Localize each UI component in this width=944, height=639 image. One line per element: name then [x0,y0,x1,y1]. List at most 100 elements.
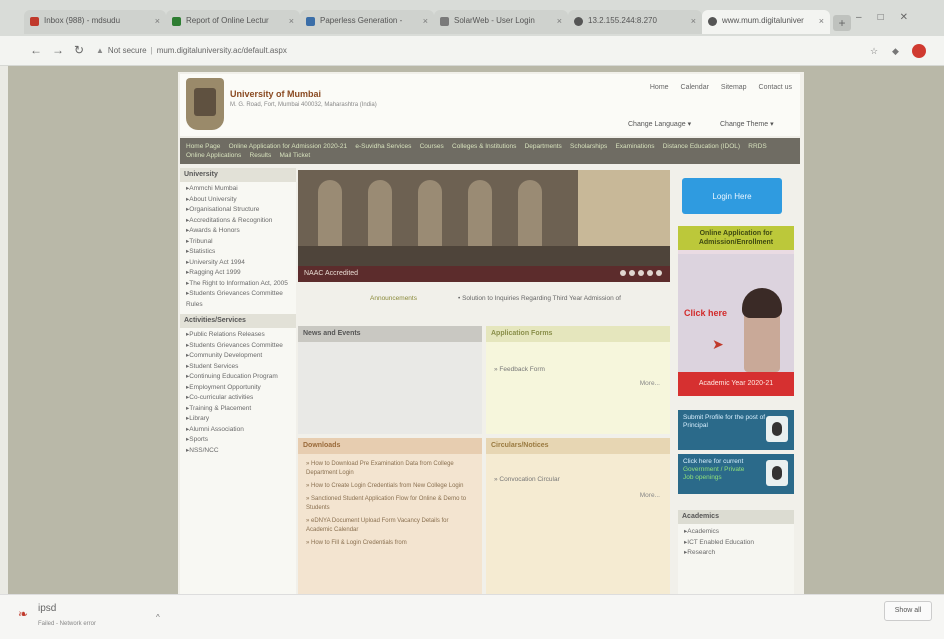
sidebar-item[interactable]: ▸Ragging Act 1999 [186,268,292,279]
menu-item[interactable]: Mail Ticket [279,152,310,159]
menu-item[interactable]: Home Page [186,143,220,150]
sitemap-link[interactable]: Sitemap [721,84,747,91]
sidebar-item[interactable]: ▸Library [186,414,292,425]
sidebar-item[interactable]: ▸Co-curricular activities [186,393,292,404]
window-controls[interactable]: –□✕ [856,12,924,23]
browser-tab-bar: Inbox (988) - mdsudu × Report of Online … [0,0,944,36]
more-link[interactable]: More... [640,492,660,499]
download-link[interactable]: » How to Download Pre Examination Data f… [306,460,474,478]
menu-item[interactable]: Scholarships [570,143,607,150]
forward-icon[interactable]: → [52,43,64,57]
site-header: University of Mumbai M. G. Road, Fort, M… [180,74,800,136]
menu-item[interactable]: e-Suvidha Services [355,143,411,150]
sidebar-item[interactable]: ▸Accreditations & Recognition [186,216,292,227]
profile-avatar[interactable] [912,44,926,58]
sidebar-item[interactable]: ▸The Right to Information Act, 2005 [186,279,292,290]
menu-item[interactable]: Online Applications [186,152,241,159]
sidebar-item[interactable]: ▸Awards & Honors [186,226,292,237]
academics-panel: Academics ▸Academics ▸ICT Enabled Educat… [678,510,794,594]
sidebar-item[interactable]: ▸Students Grievances Committee [186,341,292,352]
download-filename[interactable]: ipsd [38,603,56,614]
application-forms-header: Application Forms [486,326,670,342]
close-icon[interactable]: × [423,16,428,26]
sidebar-item[interactable]: ▸About University [186,195,292,206]
menu-item[interactable]: Colleges & Institutions [452,143,516,150]
admission-promo[interactable]: Online Application for Admission/Enrollm… [678,226,794,396]
menu-item[interactable]: Departments [525,143,562,150]
tab-solarweb[interactable]: SolarWeb - User Login × [434,10,568,34]
sidebar-item[interactable]: ▸Sports [186,435,292,446]
admission-image: Click here ➤ [678,254,794,372]
announcement-link[interactable]: • Solution to Inquiries Regarding Third … [458,295,621,302]
tab-paperless[interactable]: Paperless Generation - × [300,10,434,34]
home-link[interactable]: Home [650,84,669,91]
download-link[interactable]: » How to Fill & Login Credentials from [306,539,474,548]
calendar-link[interactable]: Calendar [681,84,709,91]
url-input[interactable]: ▲ Not secure | mum.digitaluniversity.ac/def… [96,42,856,60]
convocation-circular-link[interactable]: » Convocation Circular [486,454,670,483]
chevron-up-icon[interactable]: ^ [156,613,160,622]
security-label: Not secure [107,46,147,55]
change-language-select[interactable]: Change Language ▾ [628,120,691,128]
contact-link[interactable]: Contact us [759,84,792,91]
download-link[interactable]: » Sanctioned Student Application Flow fo… [306,495,474,513]
academics-link[interactable]: ▸Academics [678,527,794,538]
close-icon[interactable]: × [155,16,160,26]
close-icon[interactable]: × [819,16,824,26]
site-subtitle: M. G. Road, Fort, Mumbai 400032, Maharas… [230,102,377,108]
star-icon[interactable]: ☆ [870,46,878,57]
menu-item[interactable]: Online Application for Admission 2020-21 [229,143,348,150]
sidebar-item[interactable]: ▸Public Relations Releases [186,330,292,341]
news-events-body [298,342,482,434]
new-tab-button[interactable]: + [833,15,851,31]
close-icon[interactable]: × [289,16,294,26]
tab-report[interactable]: Report of Online Lectur × [166,10,300,34]
carousel-caption: NAAC Accredited [298,266,670,282]
close-icon[interactable]: × [691,16,696,26]
download-link[interactable]: » How to Create Login Credentials from N… [306,482,474,491]
sidebar-item[interactable]: ▸Alumni Association [186,425,292,436]
sidebar-item[interactable]: ▸Organisational Structure [186,205,292,216]
menu-item[interactable]: Distance Education (IDOL) [663,143,740,150]
image-carousel[interactable]: NAAC Accredited [298,170,670,282]
carousel-dots[interactable] [617,270,662,278]
sidebar-item[interactable]: ▸Community Development [186,351,292,362]
university-logo[interactable] [186,78,224,130]
news-events-panel: News and Events [298,326,482,434]
jobs-link[interactable]: Click here for current Government / Priv… [678,454,794,494]
sidebar-item[interactable]: ▸University Act 1994 [186,258,292,269]
back-icon[interactable]: ← [30,43,42,57]
tab-gmail[interactable]: Inbox (988) - mdsudu × [24,10,166,34]
download-status: Failed - Network error [38,621,97,627]
tab-ip[interactable]: 13.2.155.244:8.270 × [568,10,702,34]
menu-item[interactable]: Results [250,152,272,159]
change-theme-select[interactable]: Change Theme ▾ [720,120,774,128]
banner-photo-detail [368,180,392,250]
academics-link[interactable]: ▸ICT Enabled Education [678,538,794,549]
sidebar-item[interactable]: ▸Ammchi Mumbai [186,184,292,195]
sidebar-item[interactable]: ▸Student Services [186,362,292,373]
close-icon[interactable]: × [557,16,562,26]
top-links: Home Calendar Sitemap Contact us [640,84,792,91]
university-nav: ▸Ammchi Mumbai ▸About University ▸Organi… [180,182,296,314]
feedback-form-link[interactable]: » Feedback Form [486,342,670,373]
sidebar-item[interactable]: ▸Tribunal [186,237,292,248]
sidebar-item[interactable]: ▸Employment Opportunity [186,383,292,394]
tab-mum-digital[interactable]: www.mum.digitaluniver × [702,10,830,34]
extension-icon[interactable]: ◆ [892,46,899,57]
sidebar-item[interactable]: ▸Statistics [186,247,292,258]
sidebar-item[interactable]: ▸Training & Placement [186,404,292,415]
show-all-button[interactable]: Show all [884,601,932,621]
sidebar-item[interactable]: ▸Continuing Education Program [186,372,292,383]
principal-profile-link[interactable]: Submit Profile for the post of Principal [678,410,794,450]
more-link[interactable]: More... [640,380,660,387]
download-link[interactable]: » eDNYA Document Upload Form Vacancy Det… [306,517,474,535]
menu-item[interactable]: RRDS [748,143,766,150]
academics-link[interactable]: ▸Research [678,548,794,559]
menu-item[interactable]: Examinations [615,143,654,150]
menu-item[interactable]: Courses [420,143,444,150]
reload-icon[interactable]: ↻ [74,43,84,57]
login-button[interactable]: Login Here [682,178,782,214]
sidebar-item[interactable]: ▸Students Grievances Committee Rules [186,289,292,310]
sidebar-item[interactable]: ▸NSS/NCC [186,446,292,457]
